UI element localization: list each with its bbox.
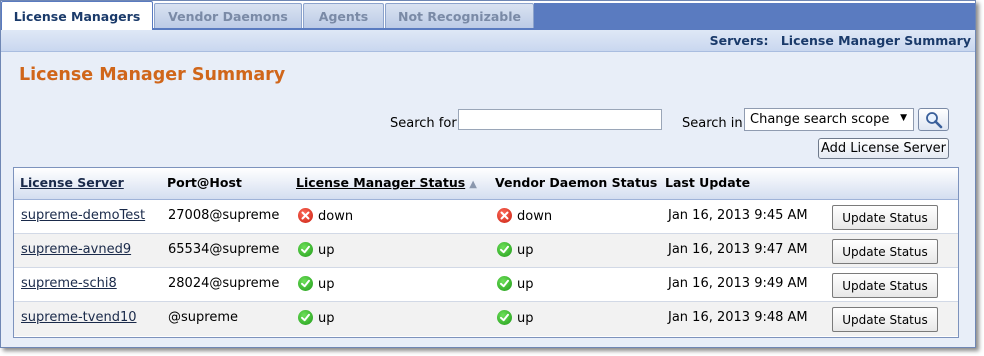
search-button[interactable] xyxy=(918,108,949,131)
table-row: supreme-avned9 65534@supreme up up Jan 1… xyxy=(14,234,958,268)
lm-status: down xyxy=(298,208,353,224)
last-update: Jan 16, 2013 9:47 AM xyxy=(668,242,808,257)
vd-status: up xyxy=(497,242,534,258)
tab-license-managers[interactable]: License Managers xyxy=(1,1,153,30)
server-link[interactable]: supreme-tvend10 xyxy=(21,310,137,325)
vd-status-text: up xyxy=(517,243,534,258)
lm-status-text: up xyxy=(318,243,335,258)
app-window: License Managers Vendor Daemons Agents N… xyxy=(0,0,976,348)
last-update: Jan 16, 2013 9:48 AM xyxy=(668,310,808,325)
tab-not-recognizable[interactable]: Not Recognizable xyxy=(385,3,534,28)
status-up-icon xyxy=(497,310,512,325)
dropdown-arrow-icon: ▼ xyxy=(900,113,907,123)
lm-status-text: up xyxy=(318,277,335,292)
port-host: 27008@supreme xyxy=(168,208,280,223)
tab-vendor-daemons[interactable]: Vendor Daemons xyxy=(154,3,302,28)
breadcrumb: Servers: License Manager Summary xyxy=(710,33,971,48)
vd-status-text: up xyxy=(517,277,534,292)
vd-status-text: up xyxy=(517,311,534,326)
tab-agents[interactable]: Agents xyxy=(303,3,384,28)
status-up-icon xyxy=(497,276,512,291)
page-title: License Manager Summary xyxy=(19,65,286,85)
update-status-button[interactable]: Update Status xyxy=(832,205,938,230)
lm-status: up xyxy=(298,276,335,292)
breadcrumb-page: License Manager Summary xyxy=(780,33,971,48)
port-host: @supreme xyxy=(168,310,238,325)
search-scope-select[interactable]: Change search scope ▼ xyxy=(744,108,914,131)
update-status-button[interactable]: Update Status xyxy=(832,239,938,264)
lm-status-text: down xyxy=(318,209,354,224)
status-down-icon xyxy=(298,208,313,223)
header-vd-status: Vendor Daemon Status xyxy=(495,175,658,190)
header-license-server[interactable]: License Server xyxy=(20,175,124,190)
header-port-host: Port@Host xyxy=(167,175,242,190)
search-scope-value: Change search scope xyxy=(750,112,890,127)
status-down-icon xyxy=(497,208,512,223)
table-row: supreme-demoTest 27008@supreme down down… xyxy=(14,200,958,234)
header-lm-status[interactable]: License Manager Status xyxy=(296,175,465,190)
port-host: 28024@supreme xyxy=(168,276,280,291)
update-status-button[interactable]: Update Status xyxy=(832,307,938,332)
search-in-label: Search in xyxy=(682,116,743,131)
server-link[interactable]: supreme-demoTest xyxy=(21,208,145,223)
sort-ascending-icon: ▲ xyxy=(469,179,477,190)
port-host: 65534@supreme xyxy=(168,242,280,257)
status-up-icon xyxy=(298,242,313,257)
status-up-icon xyxy=(298,310,313,325)
license-server-table: License Server Port@Host License Manager… xyxy=(13,167,959,338)
status-up-icon xyxy=(497,242,512,257)
search-input[interactable] xyxy=(458,109,662,130)
tab-bar-fill xyxy=(534,3,975,28)
breadcrumb-section: Servers: xyxy=(709,33,769,48)
server-link[interactable]: supreme-schi8 xyxy=(21,276,117,291)
add-license-server-button[interactable]: Add License Server xyxy=(818,138,949,159)
table-row: supreme-schi8 28024@supreme up up Jan 16… xyxy=(14,268,958,302)
search-for-label: Search for xyxy=(390,116,457,131)
magnifier-icon xyxy=(925,111,942,128)
last-update: Jan 16, 2013 9:49 AM xyxy=(668,276,808,291)
lm-status: up xyxy=(298,310,335,326)
last-update: Jan 16, 2013 9:45 AM xyxy=(668,208,808,223)
update-status-button[interactable]: Update Status xyxy=(832,273,938,298)
server-link[interactable]: supreme-avned9 xyxy=(21,242,131,257)
header-lm-status-wrap[interactable]: License Manager Status ▲ xyxy=(296,175,477,190)
vd-status-text: down xyxy=(517,209,553,224)
lm-status: up xyxy=(298,242,335,258)
header-last-update: Last Update xyxy=(665,175,751,190)
lm-status-text: up xyxy=(318,311,335,326)
table-header: License Server Port@Host License Manager… xyxy=(14,168,958,200)
vd-status: down xyxy=(497,208,552,224)
vd-status: up xyxy=(497,310,534,326)
breadcrumb-band: Servers: License Manager Summary xyxy=(1,30,975,52)
status-up-icon xyxy=(298,276,313,291)
table-row: supreme-tvend10 @supreme up up Jan 16, 2… xyxy=(14,302,958,336)
vd-status: up xyxy=(497,276,534,292)
tab-bar: License Managers Vendor Daemons Agents N… xyxy=(1,1,975,30)
